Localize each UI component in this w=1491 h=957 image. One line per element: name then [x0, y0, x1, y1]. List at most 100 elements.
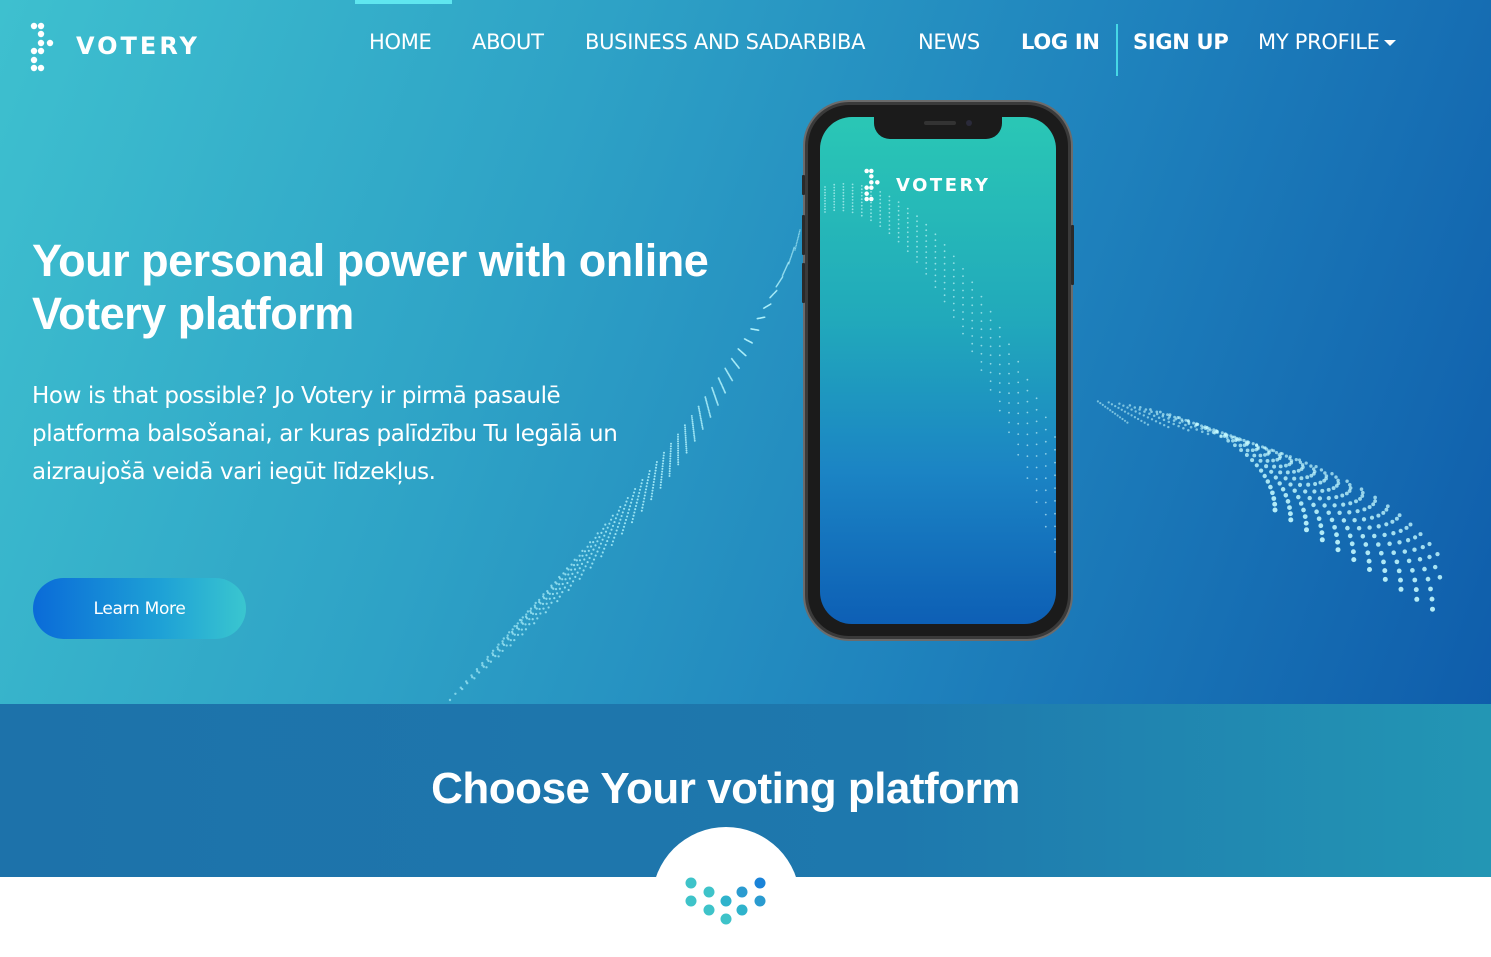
wave-dot	[1391, 550, 1396, 555]
choose-platform-title: Choose Your voting platform	[431, 764, 1020, 813]
wave-dot	[799, 229, 801, 231]
nav-item-login[interactable]: LOG IN	[1021, 30, 1100, 54]
wave-dot	[1255, 443, 1259, 447]
wave-dot	[1133, 406, 1137, 409]
wave-dot	[1264, 464, 1269, 469]
nav-item-business[interactable]: BUSINESS AND SADARBIBA	[585, 30, 865, 54]
hero-section: VOTERY HOME ABOUT BUSINESS AND SADARBIBA…	[0, 0, 1491, 704]
wave-dot	[642, 500, 645, 503]
wave-dot	[1284, 463, 1288, 468]
wave-dot	[1367, 567, 1372, 572]
wave-dot	[485, 666, 488, 669]
wave-dot	[989, 328, 992, 330]
wave-dot	[600, 531, 603, 534]
wave-dot	[1250, 448, 1255, 453]
nav-item-signup[interactable]: SIGN UP	[1133, 30, 1229, 54]
wave-dot	[1157, 416, 1161, 420]
wave-dot	[1138, 408, 1141, 411]
wave-dot	[580, 562, 584, 566]
wave-dot	[962, 332, 964, 335]
wave-dot	[1351, 557, 1357, 563]
wave-dot	[631, 517, 634, 521]
wave-dot	[888, 228, 891, 231]
wave-dot	[998, 400, 1001, 403]
wave-dot	[1193, 424, 1197, 428]
wave-dot	[632, 494, 635, 497]
nav-item-my-profile[interactable]: MY PROFILE	[1258, 30, 1396, 54]
wave-dot	[1026, 389, 1029, 392]
wave-dot	[533, 622, 536, 625]
wave-dot	[542, 593, 545, 596]
wave-dot	[1008, 431, 1010, 434]
wave-dot	[1298, 501, 1304, 506]
wave-dot	[1314, 464, 1318, 469]
wave-dot	[1406, 558, 1412, 564]
wave-dot	[592, 558, 596, 561]
wave-dot	[925, 229, 928, 232]
wave-dot	[607, 536, 610, 539]
wave-dot	[1054, 538, 1056, 541]
wave-dot	[971, 304, 974, 307]
wave-dot	[534, 601, 537, 605]
wave-dot	[509, 644, 512, 647]
wave-dot	[842, 197, 845, 200]
nav-item-home[interactable]: HOME	[369, 30, 432, 54]
wave-dot	[529, 609, 532, 613]
wave-dot	[596, 550, 599, 553]
wave-dot	[906, 240, 909, 243]
wave-dot	[1382, 568, 1388, 574]
wave-dot	[1008, 392, 1010, 395]
wave-dot	[572, 580, 575, 583]
wave-dot	[851, 183, 854, 186]
learn-more-button[interactable]: Learn More	[33, 578, 246, 639]
wave-dot	[585, 554, 588, 557]
wave-dot	[897, 227, 900, 230]
wave-dot	[1378, 550, 1384, 556]
wave-dot	[794, 247, 797, 250]
wave-dot	[1317, 496, 1323, 501]
wave-dot	[643, 497, 646, 500]
wave-dot	[618, 522, 621, 525]
wave-dot	[1258, 453, 1263, 458]
wave-dot	[631, 498, 634, 501]
wave-dot	[833, 206, 836, 209]
wave-dot	[1035, 466, 1038, 469]
wave-dot	[1114, 412, 1117, 415]
wave-dot	[1130, 408, 1133, 411]
wave-dot	[630, 501, 633, 504]
wave-dot	[1161, 414, 1165, 418]
wave-dot	[1429, 596, 1435, 602]
wave-dot	[1150, 418, 1154, 421]
wave-dot	[476, 670, 479, 673]
nav-item-news[interactable]: NEWS	[918, 30, 980, 54]
wave-dot	[1142, 414, 1146, 417]
wave-dot	[934, 280, 937, 283]
wave-dot	[833, 195, 836, 197]
wave-dot	[860, 211, 863, 214]
wave-dot	[934, 286, 937, 288]
wave-dot	[550, 601, 553, 604]
wave-dot	[1319, 530, 1325, 536]
logo[interactable]: VOTERY	[30, 22, 200, 72]
wave-dot	[1326, 496, 1331, 501]
wave-dot	[952, 275, 955, 278]
wave-dot	[962, 282, 964, 285]
wave-dot	[781, 274, 784, 277]
wave-dot	[1376, 524, 1381, 529]
wave-dot	[1008, 402, 1010, 404]
wave-dot	[690, 414, 693, 417]
wave-dot	[1118, 416, 1122, 419]
wave-dot	[1054, 487, 1056, 489]
wave-dot	[1231, 439, 1235, 443]
wave-dot	[943, 300, 946, 303]
wave-dot	[1044, 513, 1047, 516]
wave-dot	[1376, 513, 1381, 518]
wave-dot	[562, 572, 565, 575]
nav-item-about[interactable]: ABOUT	[472, 30, 544, 54]
wave-dot	[1044, 489, 1047, 492]
wave-dot	[870, 208, 872, 211]
wave-dot	[1425, 576, 1431, 582]
wave-dot	[897, 240, 900, 243]
wave-dot	[1312, 489, 1317, 494]
wave-dot	[606, 526, 609, 529]
